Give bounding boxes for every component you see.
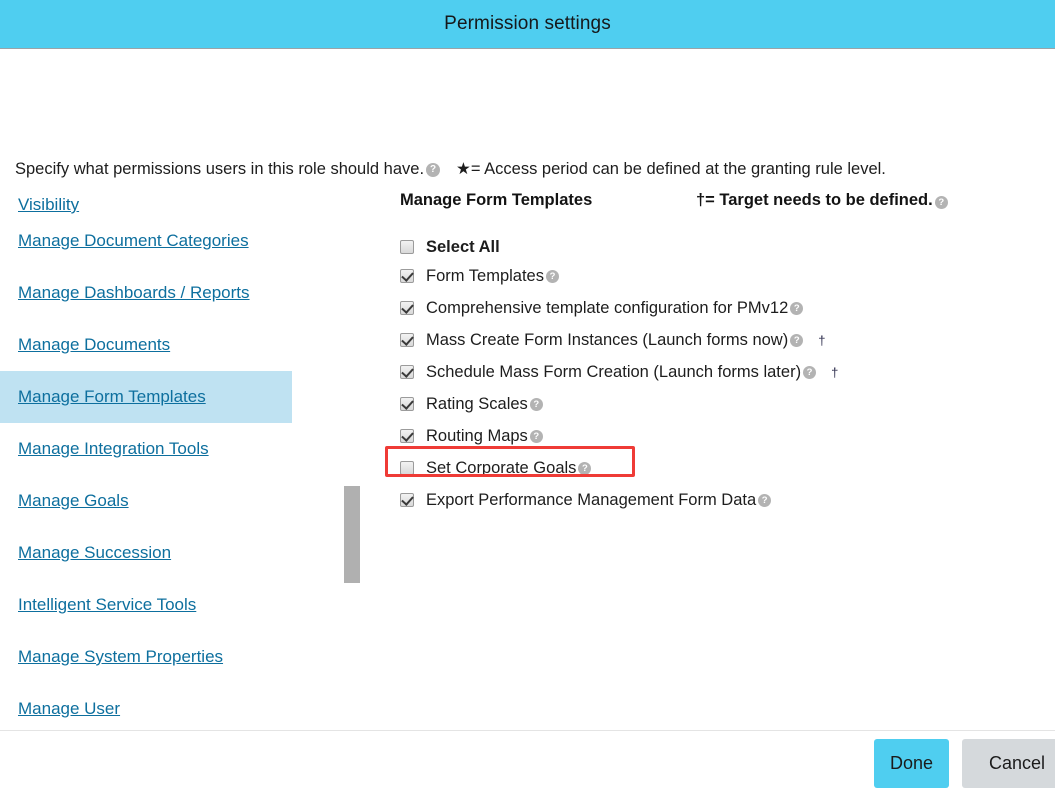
sidebar-item-manage-goals[interactable]: Manage Goals	[0, 475, 292, 527]
permission-checkbox[interactable]	[400, 461, 414, 475]
permission-checkbox[interactable]	[400, 365, 414, 379]
dialog-header: Permission settings	[0, 0, 1055, 49]
sidebar-item-label[interactable]: Manage Dashboards / Reports	[18, 283, 250, 303]
help-icon[interactable]: ?	[529, 429, 543, 443]
sidebar-item-label[interactable]: Manage Succession	[18, 543, 171, 563]
help-icon[interactable]: ?	[790, 333, 804, 347]
sidebar-item-manage-documents[interactable]: Manage Documents	[0, 319, 292, 371]
sidebar-item-manage-integration-tools[interactable]: Manage Integration Tools	[0, 423, 292, 475]
sidebar-item-label[interactable]: Manage User	[18, 699, 120, 719]
sidebar-scrollbar-thumb[interactable]	[344, 486, 360, 583]
permission-group-title: Manage Form Templates	[400, 191, 593, 209]
permission-row-set-corporate-goals[interactable]: Set Corporate Goals ?	[400, 452, 1045, 484]
help-icon[interactable]: ?	[578, 461, 592, 475]
permission-row-schedule-mass-form-creation[interactable]: Schedule Mass Form Creation (Launch form…	[400, 356, 1045, 388]
target-required-marker: †	[818, 332, 826, 348]
permission-checkbox[interactable]	[400, 397, 414, 411]
permission-checkbox[interactable]	[400, 333, 414, 347]
permission-checkbox[interactable]	[400, 429, 414, 443]
cancel-button[interactable]: Cancel	[962, 739, 1055, 788]
permission-row-comprehensive-template-configuration[interactable]: Comprehensive template configuration for…	[400, 292, 1045, 324]
sidebar-item-manage-dashboards-reports[interactable]: Manage Dashboards / Reports	[0, 267, 292, 319]
dialog-body: Specify what permissions users in this r…	[0, 49, 1055, 730]
select-all-checkbox[interactable]	[400, 240, 414, 254]
permission-label: Mass Create Form Instances (Launch forms…	[426, 330, 789, 349]
sidebar-item-manage-form-templates[interactable]: Manage Form Templates	[0, 371, 292, 423]
permission-row-rating-scales[interactable]: Rating Scales ?	[400, 388, 1045, 420]
sidebar-item-visibility[interactable]: Visibility	[0, 181, 292, 215]
intro-text: Specify what permissions users in this r…	[15, 160, 425, 178]
permission-panel: Manage Form Templates †= Target needs to…	[400, 191, 1045, 516]
target-required-marker: †	[831, 364, 839, 380]
sidebar-item-manage-document-categories[interactable]: Manage Document Categories	[0, 215, 292, 267]
page-title: Permission settings	[444, 13, 611, 34]
permission-label: Export Performance Management Form Data	[426, 490, 757, 509]
help-icon[interactable]: ?	[803, 365, 817, 379]
permission-checkbox[interactable]	[400, 301, 414, 315]
dialog-footer: Done Cancel	[0, 730, 1055, 794]
permission-label: Comprehensive template configuration for…	[426, 298, 789, 317]
permission-checkbox[interactable]	[400, 269, 414, 283]
sidebar-item-manage-system-properties[interactable]: Manage System Properties	[0, 631, 292, 683]
sidebar-item-label[interactable]: Visibility	[18, 195, 79, 215]
sidebar-item-label[interactable]: Manage Goals	[18, 491, 129, 511]
permission-label: Select All	[426, 237, 500, 256]
sidebar-item-label[interactable]: Manage Document Categories	[18, 231, 249, 251]
permission-row-form-templates[interactable]: Form Templates ?	[400, 260, 1045, 292]
permission-label: Routing Maps	[426, 426, 528, 445]
permission-panel-header: Manage Form Templates †= Target needs to…	[400, 191, 1045, 215]
help-icon[interactable]: ?	[545, 269, 559, 283]
sidebar-item-intelligent-service-tools[interactable]: Intelligent Service Tools	[0, 579, 292, 631]
permission-label: Schedule Mass Form Creation (Launch form…	[426, 362, 802, 381]
legend-dagger-text: †= Target needs to be defined.	[696, 191, 933, 209]
permission-checkbox[interactable]	[400, 493, 414, 507]
sidebar-item-label[interactable]: Intelligent Service Tools	[18, 595, 196, 615]
help-icon[interactable]: ?	[426, 163, 441, 177]
permission-label: Form Templates	[426, 266, 544, 285]
sidebar-item-label[interactable]: Manage Form Templates	[18, 387, 206, 407]
help-icon[interactable]: ?	[529, 397, 543, 411]
permission-row-mass-create-form-instances[interactable]: Mass Create Form Instances (Launch forms…	[400, 324, 1045, 356]
sidebar-scrollbar-track[interactable]	[344, 181, 360, 730]
sidebar-item-manage-succession[interactable]: Manage Succession	[0, 527, 292, 579]
done-button[interactable]: Done	[874, 739, 949, 788]
permission-label: Set Corporate Goals	[426, 458, 577, 477]
permission-row-routing-maps[interactable]: Routing Maps ?	[400, 420, 1045, 452]
legend-star-text: ★= Access period can be defined at the g…	[456, 160, 886, 178]
permission-label: Rating Scales	[426, 394, 528, 413]
permission-category-list[interactable]: Visibility Manage Document Categories Ma…	[0, 181, 365, 730]
permission-checkbox-list: Select All Form Templates ? Comprehensiv…	[400, 234, 1045, 516]
help-icon[interactable]: ?	[758, 493, 772, 507]
sidebar-item-label[interactable]: Manage Documents	[18, 335, 170, 355]
permission-row-export-performance-management-form-data[interactable]: Export Performance Management Form Data …	[400, 484, 1045, 516]
sidebar-item-label[interactable]: Manage System Properties	[18, 647, 223, 667]
permission-row-select-all[interactable]: Select All	[400, 234, 1045, 260]
help-icon[interactable]: ?	[790, 301, 804, 315]
help-icon[interactable]: ?	[934, 196, 948, 209]
sidebar-item-manage-user[interactable]: Manage User	[0, 683, 292, 730]
intro-legend-row: Specify what permissions users in this r…	[15, 159, 1045, 179]
sidebar-item-label[interactable]: Manage Integration Tools	[18, 439, 209, 459]
